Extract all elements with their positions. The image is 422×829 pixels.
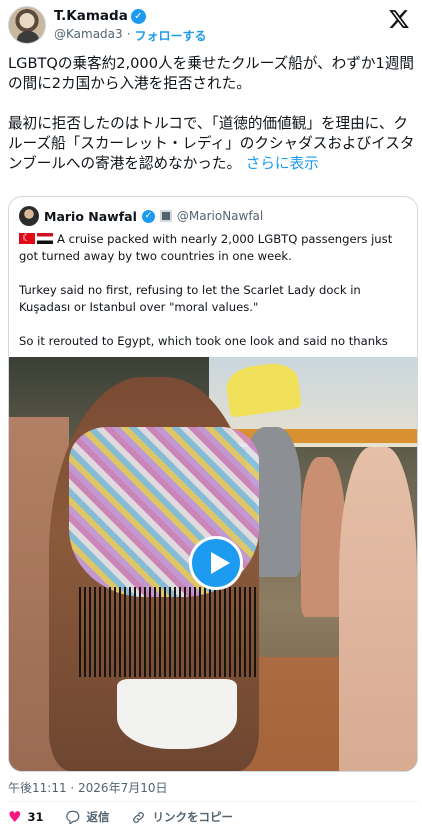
video-person-right xyxy=(339,447,417,771)
action-divider xyxy=(8,801,418,802)
action-bar: ♥ 31 返信 リンクをコピー xyxy=(8,808,418,826)
reply-button[interactable]: 返信 xyxy=(65,809,109,825)
author-avatar[interactable] xyxy=(8,6,46,44)
quoted-handle: @MarioNawfal xyxy=(176,209,264,223)
x-logo-icon[interactable] xyxy=(388,8,410,30)
follow-button[interactable]: フォローする xyxy=(135,27,207,44)
link-icon xyxy=(133,811,145,823)
tweet-body: LGBTQの乗客約2,000人を乗せたクルーズ船が、わずか1週間の間に2カ国から… xyxy=(8,55,415,172)
quoted-tweet[interactable]: Mario Nawfal ✓ @MarioNawfal A cruise pac… xyxy=(8,196,418,772)
tweet-header: T.Kamada ✓ @Kamada3 · フォローする xyxy=(8,6,414,48)
flags-group xyxy=(19,230,53,247)
verified-badge-icon: ✓ xyxy=(130,8,146,24)
video-brief xyxy=(117,679,237,749)
copy-link-label: リンクをコピー xyxy=(152,810,233,824)
egypt-flag-icon xyxy=(37,233,53,244)
tweet-timestamp[interactable]: 午後11:11 · 2026年7月10日 xyxy=(8,779,167,796)
tweet-text: LGBTQの乗客約2,000人を乗せたクルーズ船が、わずか1週間の間に2カ国から… xyxy=(8,54,416,174)
affiliate-badge-icon xyxy=(159,210,172,222)
quoted-body: A cruise packed with nearly 2,000 LGBTQ … xyxy=(19,232,393,348)
reply-label: 返信 xyxy=(86,810,110,824)
play-icon[interactable] xyxy=(189,536,243,590)
copy-link-button[interactable]: リンクをコピー xyxy=(131,809,233,825)
author-handle-row: @Kamada3 · フォローする xyxy=(54,27,207,44)
turkey-flag-icon xyxy=(19,230,35,247)
show-more-link[interactable]: さらに表示 xyxy=(246,155,319,172)
quoted-display-name: Mario Nawfal xyxy=(44,208,137,224)
author-handle[interactable]: @Kamada3 xyxy=(54,27,123,44)
quoted-verified-badge-icon: ✓ xyxy=(141,209,155,223)
quoted-text: A cruise packed with nearly 2,000 LGBTQ … xyxy=(19,230,411,350)
author-name-row: T.Kamada ✓ xyxy=(54,8,146,24)
handle-separator: · xyxy=(126,27,131,41)
video-thumbnail[interactable] xyxy=(9,357,417,771)
reply-icon xyxy=(66,810,80,824)
video-fringe xyxy=(79,587,259,677)
heart-icon: ♥ xyxy=(8,807,22,826)
like-button[interactable]: ♥ 31 xyxy=(8,807,44,826)
like-count: 31 xyxy=(27,810,44,824)
quoted-header: Mario Nawfal ✓ @MarioNawfal xyxy=(19,206,263,226)
quoted-avatar xyxy=(19,206,39,226)
author-display-name[interactable]: T.Kamada xyxy=(54,8,128,24)
